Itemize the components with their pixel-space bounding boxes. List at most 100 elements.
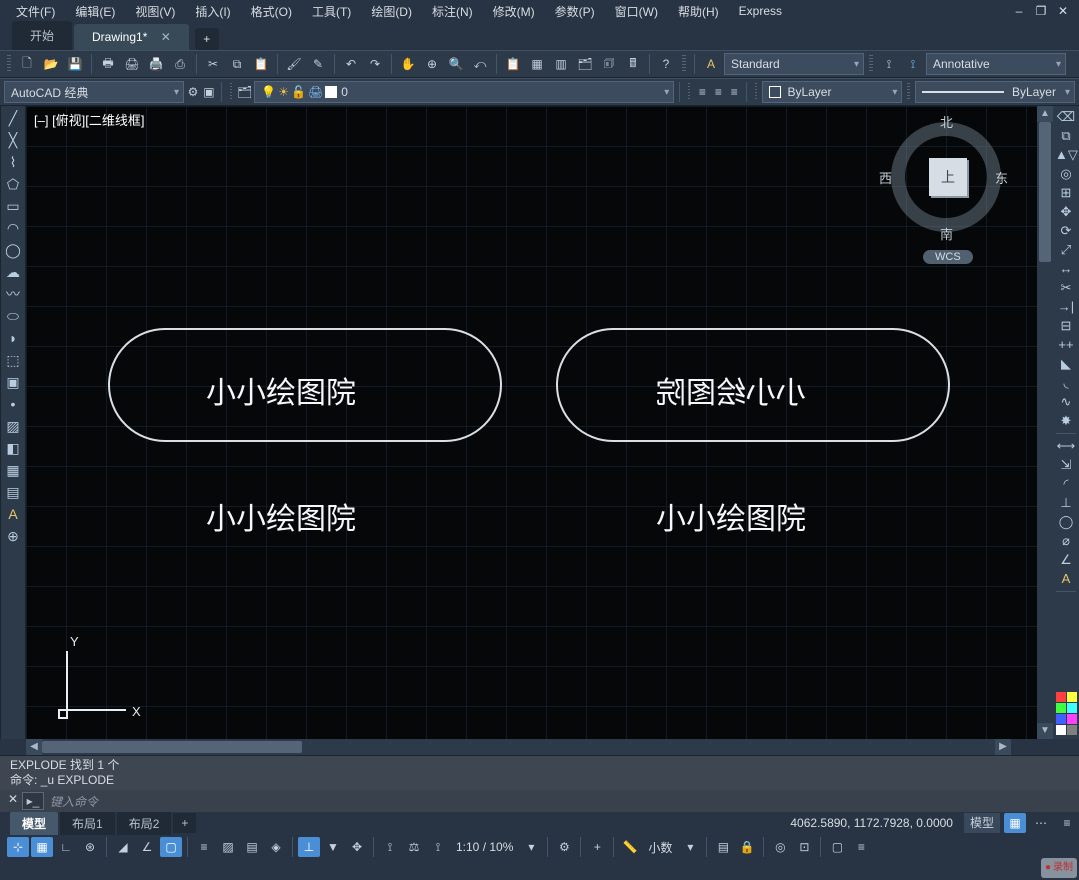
grip-icon[interactable] — [7, 55, 11, 73]
command-close-icon[interactable]: ✕ — [4, 792, 22, 810]
layout-tab-add[interactable]: + — [173, 813, 196, 833]
tool-palettes-icon[interactable]: ▥ — [550, 53, 572, 75]
annotative-icon[interactable]: ⟟ — [902, 53, 924, 75]
grid-display-icon[interactable]: ▦ — [31, 837, 53, 857]
scroll-up-icon[interactable]: ▲ — [1037, 106, 1053, 122]
dimedit-icon[interactable]: A — [1055, 570, 1077, 588]
xline-tool-icon[interactable]: ╳ — [2, 130, 24, 150]
copy-icon[interactable]: ⧉ — [226, 53, 248, 75]
dim-aligned-icon[interactable]: ⇲ — [1055, 456, 1077, 474]
stretch-tool-icon[interactable]: ↔ — [1055, 260, 1077, 278]
scale-chevron-icon[interactable]: ▾ — [520, 837, 542, 857]
mirror-tool-icon[interactable]: ▲▽ — [1055, 146, 1077, 164]
markup-icon[interactable]: 🗊 — [598, 53, 620, 75]
status-model-button[interactable]: 模型 — [964, 813, 1000, 833]
copy-tool-icon[interactable]: ⧉ — [1055, 127, 1077, 145]
dim-arc-icon[interactable]: ◜ — [1055, 475, 1077, 493]
zoom-window-icon[interactable]: 🔍 — [445, 53, 467, 75]
snap-mode-icon[interactable]: ⊹ — [7, 837, 29, 857]
3dosnap-icon[interactable]: ◈ — [265, 837, 287, 857]
arc-tool-icon[interactable]: ◠ — [2, 218, 24, 238]
line-tool-icon[interactable]: ╱ — [2, 108, 24, 128]
wcs-dropdown[interactable]: WCS — [923, 250, 973, 264]
menu-draw[interactable]: 绘图(D) — [363, 1, 420, 22]
grip-icon[interactable] — [907, 83, 910, 101]
lock-ui-icon[interactable]: 🔒 — [736, 837, 758, 857]
menu-window[interactable]: 窗口(W) — [607, 1, 666, 22]
viewcube-south[interactable]: 南 — [940, 224, 953, 243]
hatch-tool-icon[interactable]: ▨ — [2, 416, 24, 436]
addselected-tool-icon[interactable]: ⊕ — [2, 526, 24, 546]
scroll-thumb-h[interactable] — [42, 741, 302, 753]
hardware-accel-icon[interactable]: ⊡ — [793, 837, 815, 857]
scale-tool-icon[interactable]: ⤢ — [1055, 241, 1077, 259]
explode-tool-icon[interactable]: ✸ — [1055, 412, 1077, 430]
workspace-dropdown[interactable]: AutoCAD 经典 — [4, 81, 184, 103]
layeroff-icon[interactable]: ≡ — [711, 81, 725, 103]
menu-file[interactable]: 文件(F) — [8, 1, 63, 22]
point-tool-icon[interactable]: • — [2, 394, 24, 414]
ellipse-tool-icon[interactable]: ⬭ — [2, 306, 24, 326]
units-chevron-icon[interactable]: ▾ — [679, 837, 701, 857]
rotate-tool-icon[interactable]: ⟳ — [1055, 222, 1077, 240]
new-icon[interactable]: 🗋 — [16, 53, 38, 75]
erase-tool-icon[interactable]: ⌫ — [1055, 108, 1077, 126]
dim-diameter-icon[interactable]: ⌀ — [1055, 532, 1077, 550]
scroll-down-icon[interactable]: ▼ — [1037, 723, 1053, 739]
block-editor-icon[interactable]: ✎ — [307, 53, 329, 75]
selection-cycling-icon[interactable]: ▤ — [241, 837, 263, 857]
save-icon[interactable]: 💾 — [64, 53, 86, 75]
chamfer-tool-icon[interactable]: ◣ — [1055, 355, 1077, 373]
menu-dim[interactable]: 标注(N) — [424, 1, 481, 22]
layeriso-icon[interactable]: ≡ — [695, 81, 709, 103]
menu-help[interactable]: 帮助(H) — [670, 1, 727, 22]
color-green[interactable] — [1056, 703, 1066, 713]
text-style-icon[interactable]: A — [700, 53, 722, 75]
color-red[interactable] — [1056, 692, 1066, 702]
annotation-monitor-icon[interactable]: + — [586, 837, 608, 857]
color-dropdown[interactable]: ByLayer — [762, 81, 902, 103]
dim-angular-icon[interactable]: ∠ — [1055, 551, 1077, 569]
drawing-canvas[interactable]: [–] [俯视][二维线框] 小小绘图院 小小绘图院 小小绘图院 小小绘图院 X… — [26, 106, 1037, 739]
annotation-style-dropdown[interactable]: Annotative — [926, 53, 1066, 75]
move-tool-icon[interactable]: ✥ — [1055, 203, 1077, 221]
dynamic-ucs-icon[interactable]: ⊥ — [298, 837, 320, 857]
clean-screen-icon[interactable]: ▢ — [826, 837, 848, 857]
trim-tool-icon[interactable]: ✂ — [1055, 279, 1077, 297]
publish-icon[interactable]: 🖨️ — [145, 53, 167, 75]
tab-close-icon[interactable]: ✕ — [161, 30, 171, 44]
make-block-icon[interactable]: ▣ — [2, 372, 24, 392]
color-yellow[interactable] — [1067, 692, 1077, 702]
annotation-scale-icon[interactable]: ⟟ — [427, 837, 449, 857]
paste-icon[interactable]: 📋 — [250, 53, 272, 75]
properties-icon[interactable]: 📋 — [502, 53, 524, 75]
drawn-text-4[interactable]: 小小绘图院 — [656, 494, 806, 538]
grip-icon[interactable] — [688, 83, 691, 101]
extend-tool-icon[interactable]: →| — [1055, 298, 1077, 316]
spline-tool-icon[interactable]: 〰 — [2, 284, 24, 304]
polar-tracking-icon[interactable]: ⊛ — [79, 837, 101, 857]
gradient-tool-icon[interactable]: ◧ — [2, 438, 24, 458]
print-icon[interactable]: 🖶 — [97, 53, 119, 75]
view-cube[interactable]: 上 北 南 西 东 WCS — [881, 116, 1011, 266]
color-white[interactable] — [1056, 725, 1066, 735]
dim-linear-icon[interactable]: ⟷ — [1055, 437, 1077, 455]
selection-filter-icon[interactable]: ▼ — [322, 837, 344, 857]
color-gray[interactable] — [1067, 725, 1077, 735]
menu-param[interactable]: 参数(P) — [547, 1, 603, 22]
autoscale-icon[interactable]: ⚖ — [403, 837, 425, 857]
coordinates-readout[interactable]: 4062.5890, 1172.7928, 0.0000 — [782, 816, 961, 830]
osnap-tracking-icon[interactable]: ∠ — [136, 837, 158, 857]
menu-modify[interactable]: 修改(M) — [485, 1, 543, 22]
layer-properties-icon[interactable]: 🗂 — [237, 81, 252, 103]
blend-tool-icon[interactable]: ∿ — [1055, 393, 1077, 411]
scroll-left-icon[interactable]: ◀ — [26, 739, 42, 755]
region-tool-icon[interactable]: ▦ — [2, 460, 24, 480]
scale-dropdown[interactable]: 1:10 / 10% — [450, 840, 519, 854]
help-icon[interactable]: ? — [655, 53, 677, 75]
dim-ord-icon[interactable]: ⊥ — [1055, 494, 1077, 512]
color-cyan[interactable] — [1067, 703, 1077, 713]
viewcube-west[interactable]: 西 — [879, 168, 892, 187]
layout-tab-2[interactable]: 布局2 — [117, 812, 172, 835]
grip-icon[interactable] — [755, 83, 758, 101]
